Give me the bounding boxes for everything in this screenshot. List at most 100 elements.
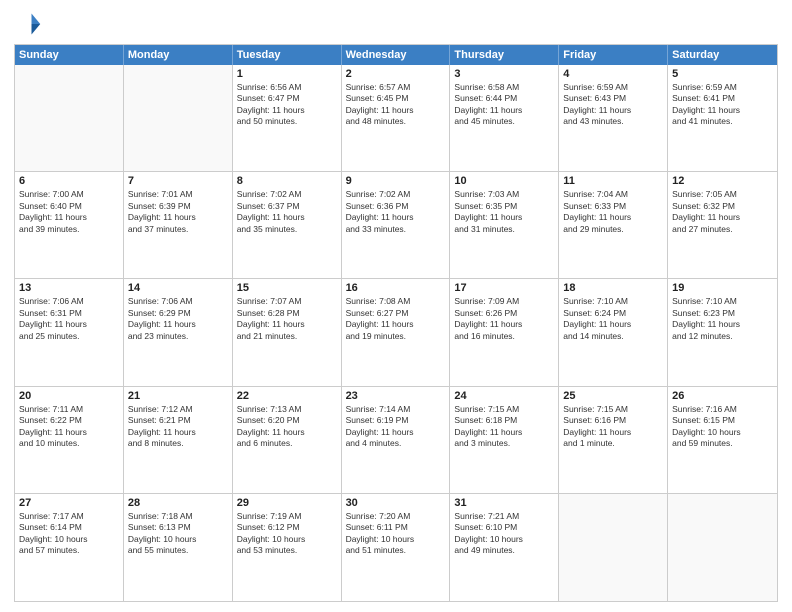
day-number: 19	[672, 282, 773, 294]
cell-info: Sunrise: 7:16 AMSunset: 6:15 PMDaylight:…	[672, 404, 773, 450]
day-number: 4	[563, 68, 663, 80]
cell-info: Sunrise: 7:04 AMSunset: 6:33 PMDaylight:…	[563, 189, 663, 235]
calendar-cell-9: 9 Sunrise: 7:02 AMSunset: 6:36 PMDaylight…	[342, 172, 451, 278]
calendar-cell-5: 5 Sunrise: 6:59 AMSunset: 6:41 PMDaylight…	[668, 65, 777, 171]
cell-info: Sunrise: 7:15 AMSunset: 6:18 PMDaylight:…	[454, 404, 554, 450]
header-day-saturday: Saturday	[668, 45, 777, 65]
cell-info: Sunrise: 7:14 AMSunset: 6:19 PMDaylight:…	[346, 404, 446, 450]
calendar-cell-14: 14 Sunrise: 7:06 AMSunset: 6:29 PMDayligh…	[124, 279, 233, 385]
day-number: 26	[672, 390, 773, 402]
cell-info: Sunrise: 6:56 AMSunset: 6:47 PMDaylight:…	[237, 82, 337, 128]
cell-info: Sunrise: 7:10 AMSunset: 6:23 PMDaylight:…	[672, 296, 773, 342]
calendar-cell-22: 22Sunrise: 7:13 AMSunset: 6:20 PMDayligh…	[233, 387, 342, 493]
day-number: 10	[454, 175, 554, 187]
calendar-cell-16: 16 Sunrise: 7:08 AMSunset: 6:27 PMDayligh…	[342, 279, 451, 385]
cell-info: Sunrise: 7:12 AMSunset: 6:21 PMDaylight:…	[128, 404, 228, 450]
calendar-cell-empty	[15, 65, 124, 171]
calendar-cell-15: 15 Sunrise: 7:07 AMSunset: 6:28 PMDayligh…	[233, 279, 342, 385]
calendar-cell-7: 7 Sunrise: 7:01 AMSunset: 6:39 PMDaylight…	[124, 172, 233, 278]
day-number: 27	[19, 497, 119, 509]
cell-info: Sunrise: 7:15 AMSunset: 6:16 PMDaylight:…	[563, 404, 663, 450]
calendar-cell-8: 8 Sunrise: 7:02 AMSunset: 6:37 PMDaylight…	[233, 172, 342, 278]
calendar-row-1: 6 Sunrise: 7:00 AMSunset: 6:40 PMDaylight…	[15, 172, 777, 279]
calendar: SundayMondayTuesdayWednesdayThursdayFrid…	[14, 44, 778, 602]
calendar-cell-23: 23Sunrise: 7:14 AMSunset: 6:19 PMDayligh…	[342, 387, 451, 493]
calendar-cell-28: 28 Sunrise: 7:18 AMSunset: 6:13 PMDayligh…	[124, 494, 233, 601]
calendar-cell-29: 29 Sunrise: 7:19 AMSunset: 6:12 PMDayligh…	[233, 494, 342, 601]
day-number: 14	[128, 282, 228, 294]
calendar-body: 1Sunrise: 6:56 AMSunset: 6:47 PMDaylight…	[15, 65, 777, 601]
calendar-row-0: 1Sunrise: 6:56 AMSunset: 6:47 PMDaylight…	[15, 65, 777, 172]
cell-info: Sunrise: 7:18 AMSunset: 6:13 PMDaylight:…	[128, 511, 228, 557]
calendar-cell-26: 26 Sunrise: 7:16 AMSunset: 6:15 PMDayligh…	[668, 387, 777, 493]
calendar-cell-18: 18 Sunrise: 7:10 AMSunset: 6:24 PMDayligh…	[559, 279, 668, 385]
day-number: 9	[346, 175, 446, 187]
day-number: 21	[128, 390, 228, 402]
calendar-cell-empty	[668, 494, 777, 601]
calendar-cell-empty	[124, 65, 233, 171]
day-number: 22	[237, 390, 337, 402]
cell-info: Sunrise: 7:06 AMSunset: 6:29 PMDaylight:…	[128, 296, 228, 342]
calendar-header: SundayMondayTuesdayWednesdayThursdayFrid…	[15, 45, 777, 65]
cell-info: Sunrise: 7:11 AMSunset: 6:22 PMDaylight:…	[19, 404, 119, 450]
cell-info: Sunrise: 7:20 AMSunset: 6:11 PMDaylight:…	[346, 511, 446, 557]
cell-info: Sunrise: 7:08 AMSunset: 6:27 PMDaylight:…	[346, 296, 446, 342]
cell-info: Sunrise: 7:17 AMSunset: 6:14 PMDaylight:…	[19, 511, 119, 557]
header-day-wednesday: Wednesday	[342, 45, 451, 65]
calendar-cell-2: 2 Sunrise: 6:57 AMSunset: 6:45 PMDaylight…	[342, 65, 451, 171]
day-number: 8	[237, 175, 337, 187]
header-day-friday: Friday	[559, 45, 668, 65]
cell-info: Sunrise: 7:01 AMSunset: 6:39 PMDaylight:…	[128, 189, 228, 235]
cell-info: Sunrise: 6:59 AMSunset: 6:43 PMDaylight:…	[563, 82, 663, 128]
header-day-monday: Monday	[124, 45, 233, 65]
header-day-thursday: Thursday	[450, 45, 559, 65]
calendar-cell-17: 17 Sunrise: 7:09 AMSunset: 6:26 PMDayligh…	[450, 279, 559, 385]
cell-info: Sunrise: 7:05 AMSunset: 6:32 PMDaylight:…	[672, 189, 773, 235]
day-number: 16	[346, 282, 446, 294]
cell-info: Sunrise: 7:03 AMSunset: 6:35 PMDaylight:…	[454, 189, 554, 235]
day-number: 5	[672, 68, 773, 80]
day-number: 28	[128, 497, 228, 509]
day-number: 17	[454, 282, 554, 294]
calendar-cell-11: 11 Sunrise: 7:04 AMSunset: 6:33 PMDayligh…	[559, 172, 668, 278]
calendar-cell-6: 6 Sunrise: 7:00 AMSunset: 6:40 PMDaylight…	[15, 172, 124, 278]
calendar-row-2: 13Sunrise: 7:06 AMSunset: 6:31 PMDayligh…	[15, 279, 777, 386]
calendar-row-3: 20 Sunrise: 7:11 AMSunset: 6:22 PMDayligh…	[15, 387, 777, 494]
day-number: 7	[128, 175, 228, 187]
cell-info: Sunrise: 7:07 AMSunset: 6:28 PMDaylight:…	[237, 296, 337, 342]
day-number: 18	[563, 282, 663, 294]
day-number: 29	[237, 497, 337, 509]
logo	[14, 10, 46, 38]
calendar-cell-19: 19 Sunrise: 7:10 AMSunset: 6:23 PMDayligh…	[668, 279, 777, 385]
header-day-sunday: Sunday	[15, 45, 124, 65]
cell-info: Sunrise: 6:57 AMSunset: 6:45 PMDaylight:…	[346, 82, 446, 128]
calendar-cell-25: 25Sunrise: 7:15 AMSunset: 6:16 PMDayligh…	[559, 387, 668, 493]
calendar-cell-24: 24Sunrise: 7:15 AMSunset: 6:18 PMDayligh…	[450, 387, 559, 493]
cell-info: Sunrise: 7:02 AMSunset: 6:36 PMDaylight:…	[346, 189, 446, 235]
calendar-cell-3: 3 Sunrise: 6:58 AMSunset: 6:44 PMDaylight…	[450, 65, 559, 171]
header	[14, 10, 778, 38]
calendar-cell-27: 27 Sunrise: 7:17 AMSunset: 6:14 PMDayligh…	[15, 494, 124, 601]
day-number: 6	[19, 175, 119, 187]
logo-icon	[14, 10, 42, 38]
cell-info: Sunrise: 7:19 AMSunset: 6:12 PMDaylight:…	[237, 511, 337, 557]
day-number: 15	[237, 282, 337, 294]
cell-info: Sunrise: 6:59 AMSunset: 6:41 PMDaylight:…	[672, 82, 773, 128]
calendar-cell-31: 31 Sunrise: 7:21 AMSunset: 6:10 PMDayligh…	[450, 494, 559, 601]
calendar-cell-empty	[559, 494, 668, 601]
cell-info: Sunrise: 7:00 AMSunset: 6:40 PMDaylight:…	[19, 189, 119, 235]
calendar-cell-13: 13Sunrise: 7:06 AMSunset: 6:31 PMDayligh…	[15, 279, 124, 385]
cell-info: Sunrise: 7:10 AMSunset: 6:24 PMDaylight:…	[563, 296, 663, 342]
calendar-row-4: 27 Sunrise: 7:17 AMSunset: 6:14 PMDayligh…	[15, 494, 777, 601]
day-number: 11	[563, 175, 663, 187]
cell-info: Sunrise: 7:09 AMSunset: 6:26 PMDaylight:…	[454, 296, 554, 342]
cell-info: Sunrise: 6:58 AMSunset: 6:44 PMDaylight:…	[454, 82, 554, 128]
day-number: 2	[346, 68, 446, 80]
calendar-cell-21: 21 Sunrise: 7:12 AMSunset: 6:21 PMDayligh…	[124, 387, 233, 493]
day-number: 31	[454, 497, 554, 509]
day-number: 20	[19, 390, 119, 402]
day-number: 3	[454, 68, 554, 80]
cell-info: Sunrise: 7:02 AMSunset: 6:37 PMDaylight:…	[237, 189, 337, 235]
cell-info: Sunrise: 7:21 AMSunset: 6:10 PMDaylight:…	[454, 511, 554, 557]
calendar-cell-10: 10 Sunrise: 7:03 AMSunset: 6:35 PMDayligh…	[450, 172, 559, 278]
